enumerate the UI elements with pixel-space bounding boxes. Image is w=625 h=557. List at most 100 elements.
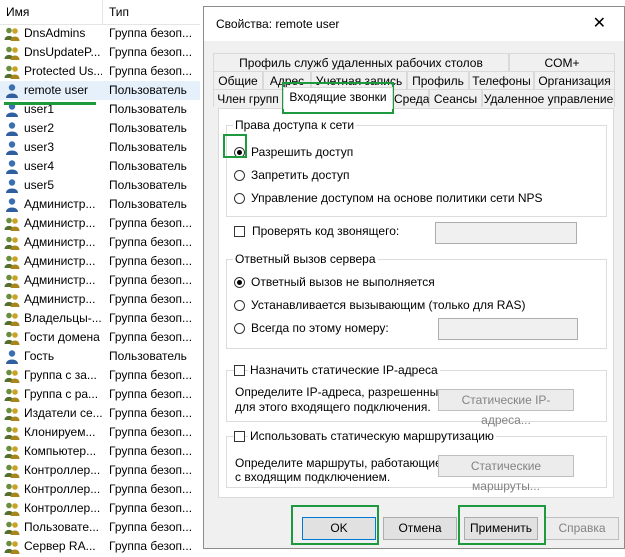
list-item-name: Администр...: [24, 254, 96, 268]
dialog-titlebar[interactable]: Свойства: remote user ✕: [204, 7, 624, 41]
list-item[interactable]: Пользовате... Группа безоп...: [0, 518, 200, 537]
radio-set-by-caller[interactable]: [234, 300, 245, 311]
list-item-name: Администр...: [24, 292, 96, 306]
list-item-type: Пользователь: [109, 197, 187, 211]
cancel-button[interactable]: Отмена: [383, 517, 457, 540]
list-header: Имя Тип: [0, 0, 200, 25]
column-header-name[interactable]: Имя: [6, 5, 29, 19]
list-item[interactable]: user3 Пользователь: [0, 138, 200, 157]
network-access-caption: Права доступа к сети: [233, 118, 357, 132]
list-item[interactable]: Администр... Группа безоп...: [0, 252, 200, 271]
list-item[interactable]: DnsAdmins Группа безоп...: [0, 24, 200, 43]
radio-deny-access[interactable]: [234, 170, 245, 181]
list-item[interactable]: Protected Us... Группа безоп...: [0, 62, 200, 81]
ok-button[interactable]: OK: [302, 517, 376, 540]
list-item[interactable]: user4 Пользователь: [0, 157, 200, 176]
tab-profile[interactable]: Профиль: [407, 71, 469, 89]
radio-always-callback[interactable]: [234, 323, 245, 334]
apply-button[interactable]: Применить: [464, 517, 538, 540]
callback-number-field[interactable]: [438, 318, 578, 340]
list-item[interactable]: Контроллер... Группа безоп...: [0, 499, 200, 518]
list-item[interactable]: Клонируем... Группа безоп...: [0, 423, 200, 442]
list-item-type: Группа безоп...: [109, 368, 193, 382]
list-item-name: user4: [24, 159, 55, 173]
list-item[interactable]: user2 Пользователь: [0, 119, 200, 138]
list-item[interactable]: Гость Пользователь: [0, 347, 200, 366]
static-ip-checkbox[interactable]: [234, 365, 245, 376]
list-item[interactable]: Издатели се... Группа безоп...: [0, 404, 200, 423]
list-item[interactable]: Гости домена Группа безоп...: [0, 328, 200, 347]
help-button[interactable]: Справка: [545, 517, 619, 540]
static-ip-group: Назначить статические IP-адреса Определи…: [226, 363, 607, 427]
set-by-caller-label[interactable]: Устанавливается вызывающим (только для R…: [251, 298, 525, 312]
list-item-type: Группа безоп...: [109, 311, 193, 325]
tab-member-of[interactable]: Член групп: [213, 89, 283, 107]
list-item[interactable]: DnsUpdateP... Группа безоп...: [0, 43, 200, 62]
list-item-name: Владельцы-...: [24, 311, 102, 325]
radio-allow-access[interactable]: [234, 147, 245, 158]
list-item[interactable]: user5 Пользователь: [0, 176, 200, 195]
list-item-name: Администр...: [24, 197, 96, 211]
list-item[interactable]: Сервер RA... Группа безоп...: [0, 537, 200, 556]
nps-control-label[interactable]: Управление доступом на основе политики с…: [251, 191, 543, 205]
tab-environment[interactable]: Среда: [393, 89, 429, 107]
list-item-name: Гости домена: [24, 330, 100, 344]
column-separator[interactable]: [102, 0, 103, 24]
list-item[interactable]: Группа с ра... Группа безоп...: [0, 385, 200, 404]
verify-caller-checkbox[interactable]: [234, 226, 245, 237]
list-item[interactable]: Администр... Группа безоп...: [0, 214, 200, 233]
list-item-name: user3: [24, 140, 55, 154]
properties-dialog: Свойства: remote user ✕ Профиль служб уд…: [203, 6, 625, 549]
static-routes-checkbox[interactable]: [234, 431, 245, 442]
list-item[interactable]: Администр... Группа безоп...: [0, 233, 200, 252]
verify-caller-label[interactable]: Проверять код звонящего:: [252, 224, 399, 238]
list-item[interactable]: Контроллер... Группа безоп...: [0, 480, 200, 499]
list-item-name: user2: [24, 121, 55, 135]
list-item[interactable]: Владельцы-... Группа безоп...: [0, 309, 200, 328]
static-routes-label[interactable]: Использовать статическую маршрутизацию: [248, 429, 496, 443]
group-icon: [4, 539, 20, 554]
tab-organization[interactable]: Организация: [534, 71, 615, 89]
tab-phones[interactable]: Телефоны: [469, 71, 534, 89]
user-icon: [4, 178, 20, 193]
tab-sessions[interactable]: Сеансы: [429, 89, 482, 107]
no-callback-label[interactable]: Ответный вызов не выполняется: [251, 275, 435, 289]
radio-nps-control[interactable]: [234, 193, 245, 204]
static-ip-button[interactable]: Статические IP-адреса...: [438, 389, 574, 427]
static-routes-button[interactable]: Статические маршруты...: [438, 455, 574, 493]
list-item[interactable]: remote user Пользователь: [0, 81, 200, 100]
close-icon[interactable]: ✕: [593, 13, 606, 33]
list-item-name: Пользовате...: [24, 520, 100, 534]
list-item[interactable]: Компьютер... Группа безоп...: [0, 442, 200, 461]
list-item[interactable]: Администр... Пользователь: [0, 195, 200, 214]
list-item-type: Группа безоп...: [109, 235, 193, 249]
group-icon: [4, 273, 20, 288]
tab-general[interactable]: Общие: [213, 71, 263, 89]
tab-com[interactable]: COM+: [509, 53, 615, 71]
group-icon: [4, 406, 20, 421]
static-ip-label[interactable]: Назначить статические IP-адреса: [248, 363, 440, 377]
list-item-name: Сервер RA...: [24, 539, 96, 553]
user-icon: [4, 140, 20, 155]
list-item[interactable]: Администр... Группа безоп...: [0, 290, 200, 309]
tab-dial-in[interactable]: Входящие звонки: [283, 87, 393, 109]
group-icon: [4, 330, 20, 345]
tab-remote-control[interactable]: Удаленное управление: [482, 89, 615, 107]
list-item-name: Контроллер...: [24, 482, 101, 496]
list-item[interactable]: Администр... Группа безоп...: [0, 271, 200, 290]
list-item-name: remote user: [24, 83, 89, 97]
always-callback-label[interactable]: Всегда по этому номеру:: [251, 321, 389, 335]
static-routes-desc-2: с входящим подключением.: [235, 470, 391, 484]
deny-access-label[interactable]: Запретить доступ: [251, 168, 349, 182]
tab-rds-profile[interactable]: Профиль служб удаленных рабочих столов: [213, 53, 509, 71]
list-item-name: Издатели се...: [24, 406, 102, 420]
list-item[interactable]: Группа с за... Группа безоп...: [0, 366, 200, 385]
radio-no-callback[interactable]: [234, 277, 245, 288]
column-header-type[interactable]: Тип: [109, 5, 129, 19]
list-item-type: Группа безоп...: [109, 406, 193, 420]
allow-access-label[interactable]: Разрешить доступ: [251, 145, 353, 159]
group-icon: [4, 64, 20, 79]
caller-id-field[interactable]: [435, 222, 577, 244]
list-item-type: Группа безоп...: [109, 26, 193, 40]
list-item[interactable]: Контроллер... Группа безоп...: [0, 461, 200, 480]
